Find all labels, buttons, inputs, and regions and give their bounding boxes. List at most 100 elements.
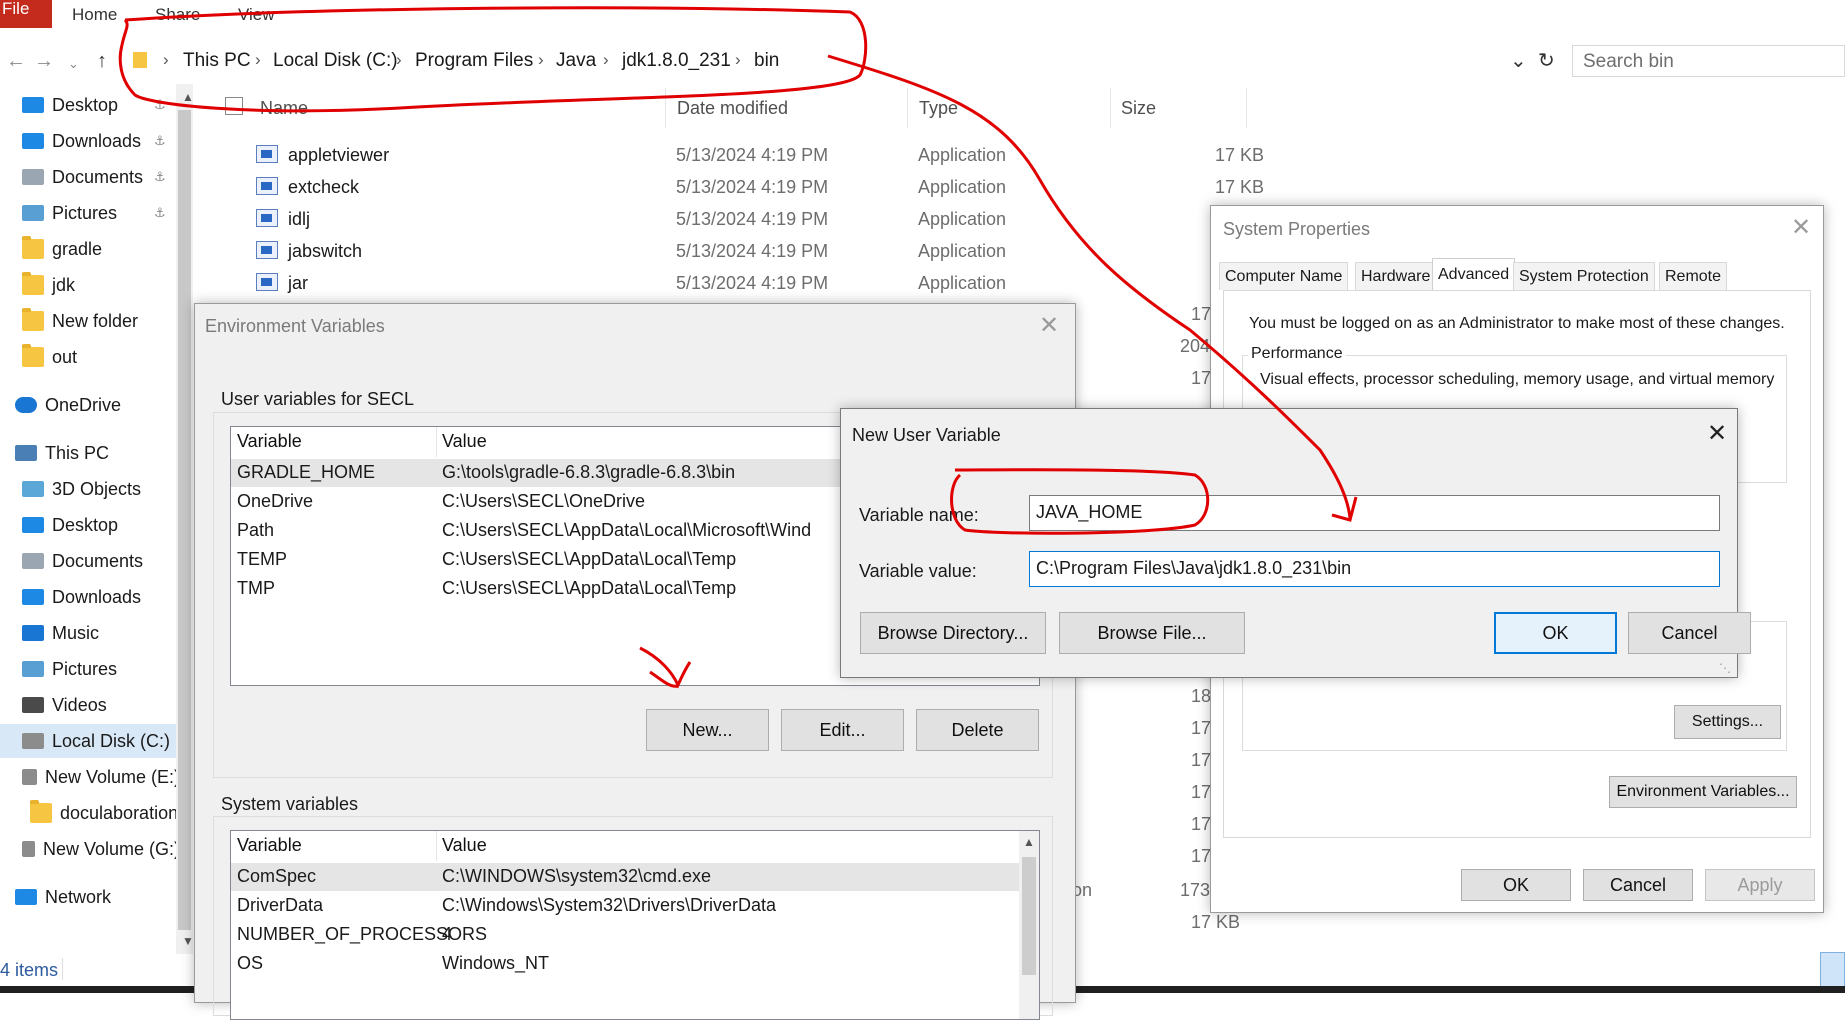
file-row[interactable]: idlj5/13/2024 4:19 PMApplication17	[256, 203, 1264, 235]
variable-row[interactable]: ComSpec C:\WINDOWS\system32\cmd.exe	[231, 863, 1039, 891]
variable-name: Path	[237, 520, 275, 540]
pin-icon[interactable]: ⚓	[154, 169, 166, 185]
recent-chevron-icon[interactable]: ⌄	[68, 56, 79, 72]
system-list-scrollbar-thumb[interactable]	[1022, 857, 1036, 975]
file-name: jar	[288, 273, 309, 293]
view-tab[interactable]: View	[238, 6, 275, 24]
resize-grip-icon[interactable]: ⋱	[1719, 661, 1731, 675]
forward-arrow-icon[interactable]: →	[34, 50, 54, 73]
column-divider[interactable]	[436, 831, 437, 861]
nav-item-documents[interactable]: Documents	[0, 544, 180, 578]
apply-button[interactable]: Apply	[1705, 869, 1815, 901]
breadcrumb-jdk[interactable]: jdk1.8.0_231	[622, 50, 731, 72]
nav-item-desktop[interactable]: Desktop ⚓	[0, 88, 180, 122]
column-date-modified[interactable]: Date modified	[677, 98, 788, 119]
file-row[interactable]: jabswitch5/13/2024 4:19 PMApplication35	[256, 235, 1264, 267]
file-tab[interactable]: File	[0, 0, 52, 28]
variable-name-field[interactable]: JAVA_HOME	[1029, 495, 1720, 531]
nav-item-music[interactable]: Music	[0, 616, 180, 650]
scroll-down-icon[interactable]: ▼	[182, 934, 194, 948]
breadcrumb-local-disk[interactable]: Local Disk (C:)	[273, 50, 398, 72]
address-dropdown-icon[interactable]: ⌄	[1510, 48, 1527, 73]
ok-button[interactable]: OK	[1494, 612, 1617, 654]
tab-system-protection[interactable]: System Protection	[1513, 262, 1655, 290]
back-arrow-icon[interactable]: ←	[6, 50, 26, 73]
nav-item-this-pc[interactable]: This PC	[0, 436, 180, 470]
variable-row[interactable]: OS Windows_NT	[231, 950, 1039, 978]
column-divider[interactable]	[1110, 88, 1111, 128]
nav-item-3d-objects[interactable]: 3D Objects	[0, 472, 180, 506]
column-variable[interactable]: Variable	[237, 835, 302, 856]
file-row[interactable]: appletviewer 5/13/2024 4:19 PM Application…	[256, 139, 1264, 171]
breadcrumb-this-pc[interactable]: This PC	[183, 50, 251, 72]
home-tab[interactable]: Home	[72, 6, 117, 24]
nav-item-new-folder[interactable]: New folder	[0, 304, 180, 338]
select-all-checkbox[interactable]	[225, 97, 243, 115]
close-icon[interactable]: ✕	[1707, 422, 1727, 446]
breadcrumb-java[interactable]: Java	[556, 50, 596, 72]
pin-icon[interactable]: ⚓	[154, 205, 166, 221]
close-icon[interactable]: ✕	[1039, 314, 1059, 338]
nav-item-pictures[interactable]: Pictures	[0, 652, 180, 686]
nav-item-pictures[interactable]: Pictures ⚓	[0, 196, 180, 230]
browse-file-button[interactable]: Browse File...	[1059, 612, 1245, 654]
share-tab[interactable]: Share	[155, 6, 200, 24]
variable-value-field[interactable]: C:\Program Files\Java\jdk1.8.0_231\bin	[1029, 551, 1720, 587]
nav-item-videos[interactable]: Videos	[0, 688, 180, 722]
column-divider[interactable]	[1246, 88, 1247, 128]
variable-row[interactable]: DriverData C:\Windows\System32\Drivers\Dr…	[231, 892, 1039, 920]
column-divider[interactable]	[907, 88, 908, 128]
tab-computer-name[interactable]: Computer Name	[1219, 262, 1349, 290]
column-divider[interactable]	[665, 88, 666, 128]
nav-item-onedrive[interactable]: OneDrive	[0, 388, 180, 422]
pin-icon[interactable]: ⚓	[154, 133, 166, 149]
new-button[interactable]: New...	[646, 709, 769, 751]
details-view-icon[interactable]	[1820, 952, 1845, 988]
file-row[interactable]: jar5/13/2024 4:19 PMApplication17	[256, 267, 1264, 299]
environment-variables-button[interactable]: Environment Variables...	[1609, 776, 1797, 808]
up-arrow-icon[interactable]: ↑	[97, 50, 107, 73]
nav-item-network[interactable]: Network	[0, 880, 180, 914]
nav-item-documents[interactable]: Documents ⚓	[0, 160, 180, 194]
column-name[interactable]: Name	[260, 98, 308, 119]
nav-item-out[interactable]: out	[0, 340, 180, 374]
column-value[interactable]: Value	[442, 431, 487, 452]
nav-item-new-volume-g[interactable]: New Volume (G:)	[0, 832, 180, 866]
settings-button[interactable]: Settings...	[1674, 705, 1781, 739]
edit-button[interactable]: Edit...	[781, 709, 904, 751]
delete-button[interactable]: Delete	[916, 709, 1039, 751]
file-size: 17 KB	[1191, 912, 1241, 932]
column-size[interactable]: Size	[1121, 98, 1156, 119]
nav-item-downloads[interactable]: Downloads ⚓	[0, 124, 180, 158]
scroll-up-icon[interactable]: ▲	[182, 90, 194, 104]
nav-item-doculaboration[interactable]: doculaboration	[0, 796, 180, 830]
column-value[interactable]: Value	[442, 835, 487, 856]
column-divider[interactable]	[436, 427, 437, 457]
column-type[interactable]: Type	[919, 98, 958, 119]
tab-remote[interactable]: Remote	[1659, 262, 1728, 290]
nav-item-downloads[interactable]: Downloads	[0, 580, 180, 614]
breadcrumb-program-files[interactable]: Program Files	[415, 50, 533, 72]
refresh-icon[interactable]: ↻	[1538, 48, 1555, 73]
nav-item-new-volume-e[interactable]: New Volume (E:)	[0, 760, 180, 794]
nav-item-gradle[interactable]: gradle	[0, 232, 180, 266]
cancel-button[interactable]: Cancel	[1583, 869, 1693, 901]
file-row[interactable]: extcheck 5/13/2024 4:19 PM Application 17 K…	[256, 171, 1264, 203]
nav-item-local-disk-c[interactable]: Local Disk (C:)	[0, 724, 180, 758]
column-variable[interactable]: Variable	[237, 431, 302, 452]
tab-hardware[interactable]: Hardware	[1355, 262, 1437, 290]
pin-icon[interactable]: ⚓	[154, 97, 166, 113]
tab-advanced[interactable]: Advanced	[1432, 258, 1516, 291]
close-icon[interactable]: ✕	[1791, 216, 1811, 240]
breadcrumb-bin[interactable]: bin	[754, 50, 779, 72]
nav-item-jdk[interactable]: jdk	[0, 268, 180, 302]
browse-directory-button[interactable]: Browse Directory...	[860, 612, 1046, 654]
nav-item-desktop[interactable]: Desktop	[0, 508, 180, 542]
ok-button[interactable]: OK	[1461, 869, 1571, 901]
system-variables-list[interactable]: Variable Value ComSpec C:\WINDOWS\system3…	[230, 830, 1040, 1020]
scroll-up-icon[interactable]: ▲	[1023, 835, 1035, 849]
nav-scrollbar-thumb[interactable]	[178, 110, 191, 930]
performance-label: Performance	[1248, 345, 1346, 363]
variable-row[interactable]: NUMBER_OF_PROCESSORS 4	[231, 921, 1039, 949]
cancel-button[interactable]: Cancel	[1628, 612, 1751, 654]
